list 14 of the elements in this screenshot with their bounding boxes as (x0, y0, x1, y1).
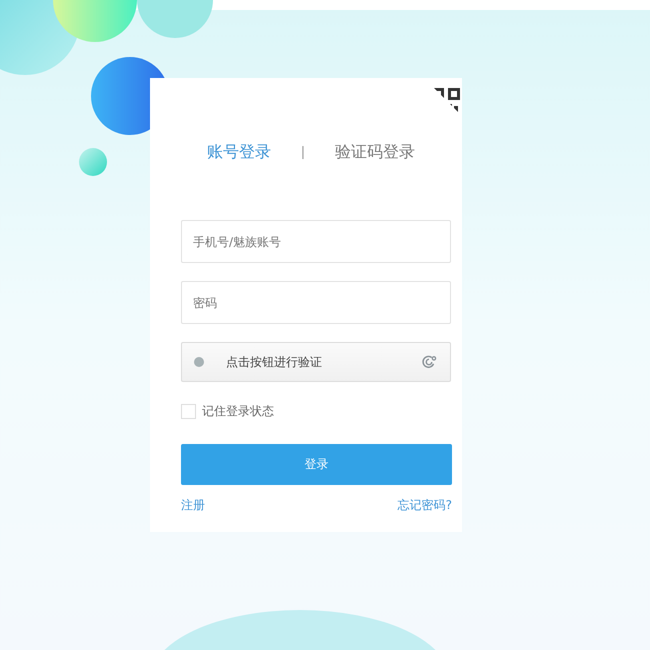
register-link[interactable]: 注册 (181, 497, 205, 514)
tab[interactable]: 账号登录 (206, 142, 271, 163)
login-button[interactable]: 登录 (181, 444, 452, 485)
account-field[interactable]: 手机号/魅族账号 (181, 220, 451, 263)
remember-label: 记住登录状态 (202, 403, 274, 420)
checkbox[interactable] (181, 404, 196, 419)
status-dot-icon (194, 357, 204, 367)
verify-button[interactable]: 点击按钮进行验证 (181, 342, 451, 382)
tab-separator: | (300, 145, 306, 160)
refresh-icon (420, 353, 438, 371)
bubble (79, 148, 107, 176)
tab[interactable]: 验证码登录 (335, 142, 416, 163)
password-field[interactable]: 密码 (181, 281, 451, 324)
forgot-password-link[interactable]: 忘记密码? (398, 497, 452, 514)
